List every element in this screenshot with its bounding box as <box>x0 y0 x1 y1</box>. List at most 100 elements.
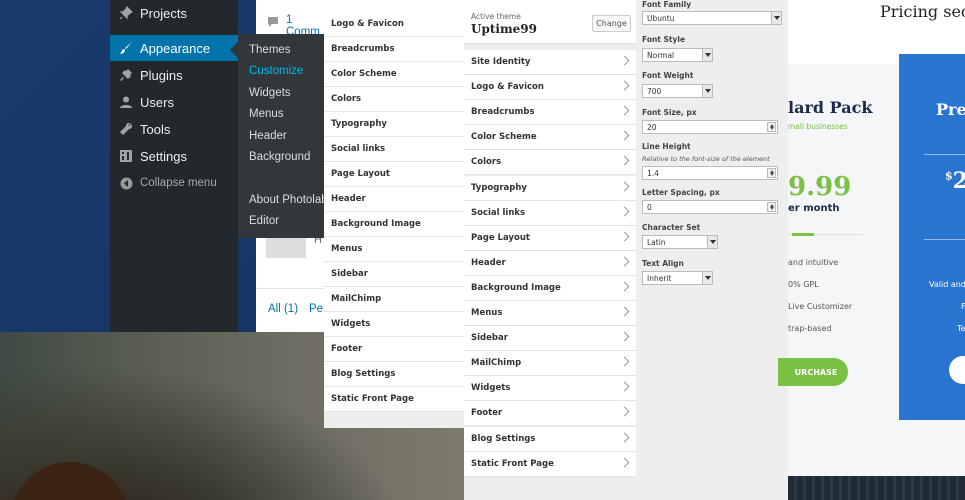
submenu-background[interactable]: Background <box>249 151 310 163</box>
pin-icon <box>118 5 134 21</box>
section-label: Typography <box>471 182 527 193</box>
stepper-icon[interactable] <box>767 202 776 212</box>
section-row[interactable]: Header <box>324 187 464 212</box>
section-row[interactable]: Color Scheme <box>324 62 464 87</box>
font-style-select[interactable]: Normal <box>642 48 713 62</box>
submenu-editor[interactable]: Editor <box>249 215 279 227</box>
section-row[interactable]: Social links <box>324 137 464 162</box>
menu-label: Plugins <box>140 67 183 83</box>
section-row[interactable]: Blog Settings <box>464 426 636 452</box>
charset-select[interactable]: Latin <box>642 235 718 249</box>
typography-settings: Font Family Ubuntu Font Style Normal Fon… <box>636 0 788 500</box>
section-row[interactable]: Breadcrumbs <box>324 37 464 62</box>
section-row[interactable]: MailChimp <box>464 351 636 377</box>
chevron-right-icon <box>619 256 630 267</box>
divider <box>924 239 965 240</box>
section-label: Blog Settings <box>471 433 536 444</box>
section-row[interactable]: Typography <box>324 112 464 137</box>
chevron-right-icon <box>619 130 630 141</box>
line-height-label: Line Height <box>642 142 691 151</box>
chevron-right-icon <box>619 406 630 417</box>
chevron-right-icon <box>619 457 630 468</box>
menu-label: Tools <box>140 121 171 137</box>
submenu-customize[interactable]: Customize <box>249 65 303 77</box>
font-size-label: Font Size, px <box>642 108 697 117</box>
settings-icon <box>118 148 134 164</box>
section-row[interactable]: Logo & Favicon <box>464 75 636 101</box>
section-row[interactable]: Background Image <box>324 212 464 237</box>
menu-item-tools[interactable]: Tools <box>110 116 238 142</box>
section-row[interactable]: Page Layout <box>324 162 464 187</box>
section-row[interactable]: Menus <box>324 237 464 262</box>
standard-plan-name: lard Pack <box>788 98 873 117</box>
section-row[interactable]: MailChimp <box>324 287 464 312</box>
section-row[interactable]: Widgets <box>464 376 636 402</box>
section-row[interactable]: Page Layout <box>464 225 636 251</box>
section-label: Footer <box>471 408 503 419</box>
section-row[interactable]: Blog Settings <box>324 362 464 387</box>
submenu-widgets[interactable]: Widgets <box>249 87 291 99</box>
theme-name: Uptime99 <box>471 22 537 36</box>
input-value: 0 <box>647 202 652 212</box>
section-label: Widgets <box>471 383 511 394</box>
submenu-header[interactable]: Header <box>249 130 287 142</box>
section-row[interactable]: Site Identity <box>464 50 636 75</box>
section-row[interactable]: Typography <box>464 175 636 201</box>
site-preview-pricing: Pricing sect lard Pack mall businesses 9… <box>778 0 965 476</box>
section-row[interactable]: Colors <box>464 150 636 176</box>
section-row[interactable]: Logo & Favicon <box>324 12 464 37</box>
section-row[interactable]: Color Scheme <box>464 125 636 151</box>
comment-icon <box>267 13 279 32</box>
menu-item-collapse[interactable]: Collapse menu <box>110 170 238 196</box>
section-row[interactable]: Sidebar <box>464 326 636 352</box>
premium-feature: F <box>961 302 965 311</box>
chevron-down-icon <box>771 12 781 24</box>
section-row[interactable]: Breadcrumbs <box>464 100 636 126</box>
section-row[interactable]: Header <box>464 250 636 276</box>
section-label: Static Front Page <box>471 458 554 469</box>
input-value: 20 <box>647 122 657 132</box>
chevron-right-icon <box>619 432 630 442</box>
font-weight-select[interactable]: 700 <box>642 84 713 98</box>
section-row[interactable]: Static Front Page <box>324 387 464 412</box>
section-row[interactable]: Static Front Page <box>464 451 636 477</box>
purchase-button[interactable]: URCHASE <box>778 358 848 386</box>
menu-item-settings[interactable]: Settings <box>110 143 238 169</box>
line-height-input[interactable]: 1.4 <box>642 166 778 180</box>
text-align-select[interactable]: Inherit <box>642 271 713 285</box>
submenu-about[interactable]: About Photolab <box>249 194 328 206</box>
menu-item-users[interactable]: Users <box>110 89 238 115</box>
section-row[interactable]: Background Image <box>464 275 636 301</box>
chevron-right-icon <box>619 181 630 191</box>
section-row[interactable]: Footer <box>324 337 464 362</box>
font-size-input[interactable]: 20 <box>642 120 778 134</box>
select-value: Latin <box>647 237 666 247</box>
plug-icon <box>118 67 134 83</box>
section-row[interactable]: Sidebar <box>324 262 464 287</box>
section-row[interactable]: Colors <box>324 87 464 112</box>
menu-label: Settings <box>140 148 187 164</box>
section-row[interactable]: Social links <box>464 200 636 226</box>
submenu-themes[interactable]: Themes <box>249 44 291 56</box>
section-label: Header <box>471 257 506 268</box>
section-row[interactable]: Menus <box>464 301 636 326</box>
chevron-right-icon <box>619 105 630 116</box>
font-family-select[interactable]: Ubuntu <box>642 11 782 25</box>
section-row[interactable]: Footer <box>464 401 636 427</box>
menu-item-plugins[interactable]: Plugins <box>110 62 238 88</box>
menu-item-appearance[interactable]: Appearance <box>110 35 238 61</box>
change-theme-button[interactable]: Change <box>592 15 631 32</box>
menu-label: Appearance <box>140 40 211 56</box>
letter-spacing-input[interactable]: 0 <box>642 200 778 214</box>
chevron-down-icon <box>707 236 717 248</box>
premium-purchase-button[interactable] <box>949 356 965 384</box>
submenu-menus[interactable]: Menus <box>249 108 284 120</box>
stepper-icon[interactable] <box>767 168 776 178</box>
section-row[interactable]: Widgets <box>324 312 464 337</box>
charset-label: Character Set <box>642 223 701 232</box>
currency-symbol: $ <box>945 169 953 183</box>
filter-all-link[interactable]: All (1) <box>268 303 298 315</box>
section-label: Logo & Favicon <box>471 82 544 93</box>
stepper-icon[interactable] <box>767 122 776 132</box>
menu-item-projects[interactable]: Projects <box>110 0 238 26</box>
